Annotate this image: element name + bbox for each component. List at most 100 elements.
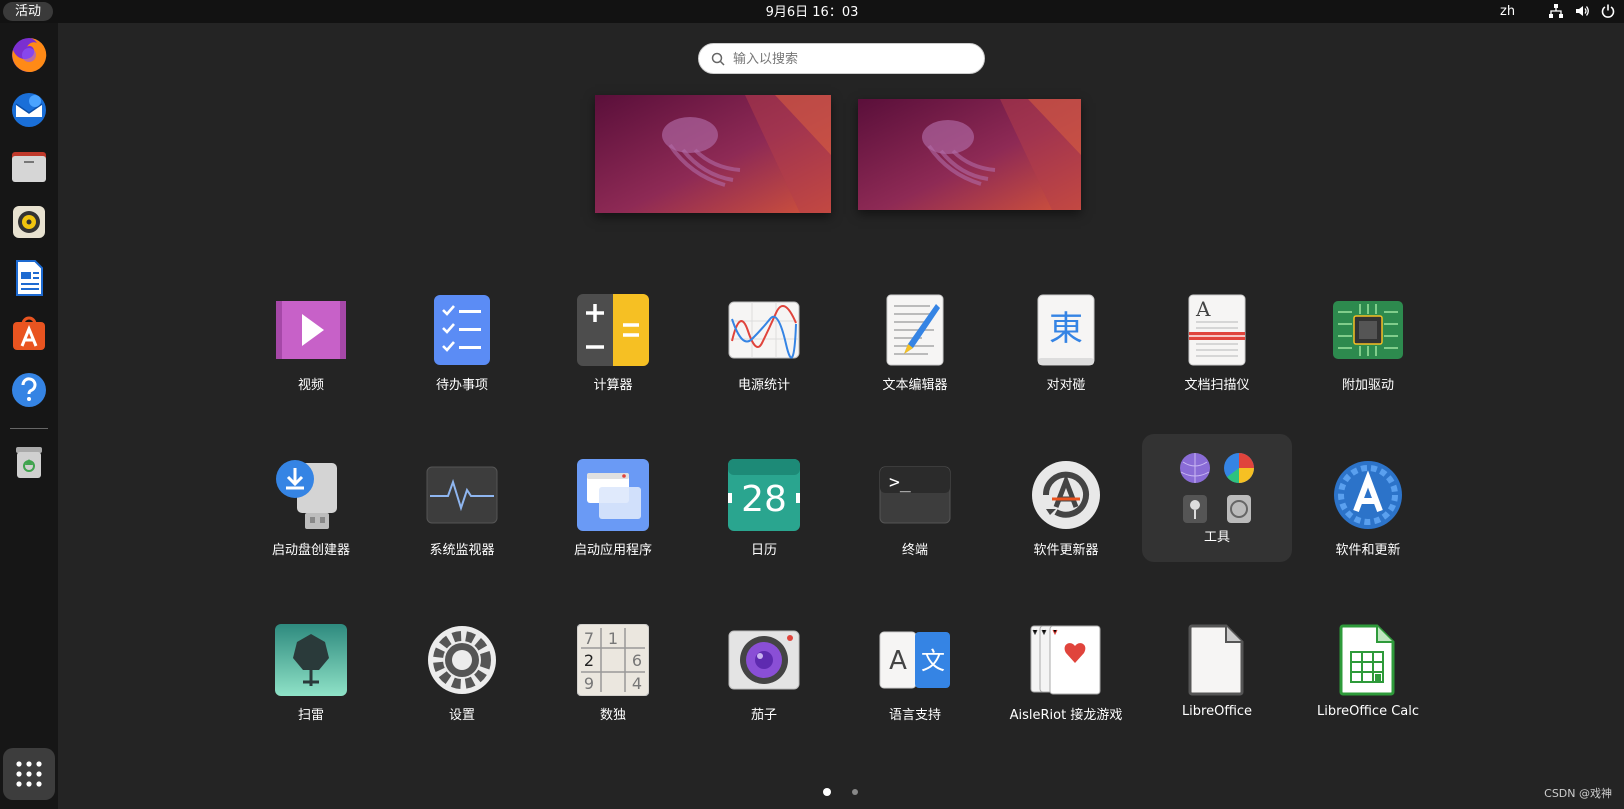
dock-firefox[interactable]	[6, 31, 52, 77]
workspace-thumbnail-2[interactable]	[858, 99, 1081, 210]
app-language-support[interactable]: A 文 语言支持	[840, 612, 990, 740]
app-text-editor[interactable]: 文本编辑器	[840, 282, 990, 410]
sudoku-cell: 1	[608, 629, 618, 648]
thunderbird-icon	[12, 93, 46, 127]
usb-creator-icon	[275, 459, 347, 531]
search-bar[interactable]	[698, 43, 985, 74]
app-folder-utilities[interactable]: 工具	[1142, 434, 1292, 562]
app-document-scanner[interactable]: A 文档扫描仪	[1142, 282, 1292, 410]
app-terminal[interactable]: >_ 终端	[840, 447, 990, 575]
app-startup-apps[interactable]: 启动应用程序	[538, 447, 688, 575]
app-todo[interactable]: 待办事项	[387, 282, 537, 410]
calculator-icon	[577, 294, 649, 366]
system-tray[interactable]	[1548, 3, 1616, 19]
app-label: 工具	[1203, 530, 1230, 545]
app-label: 设置	[448, 708, 475, 723]
app-label: 扫雷	[297, 708, 324, 723]
search-input[interactable]	[733, 48, 973, 70]
volume-icon[interactable]	[1574, 3, 1590, 19]
dock-thunderbird[interactable]	[6, 87, 52, 133]
system-monitor-icon	[426, 459, 498, 531]
app-cheese[interactable]: 茄子	[689, 612, 839, 740]
dock-rhythmbox[interactable]	[6, 199, 52, 245]
clock: 9月6日 16：03	[0, 0, 1624, 23]
libreoffice-calc-icon	[1332, 624, 1404, 696]
sudoku-cell: 6	[632, 651, 642, 670]
watermark: CSDN @戏神	[1544, 787, 1612, 800]
app-video[interactable]: 视频	[236, 282, 386, 410]
dock-writer[interactable]	[6, 255, 52, 301]
activities-button[interactable]: 活动	[3, 2, 54, 21]
app-label: 软件和更新	[1335, 543, 1401, 558]
sudoku-cell: 4	[632, 674, 642, 693]
sudoku-cell: 9	[584, 674, 594, 693]
language-support-icon: A 文	[879, 624, 951, 696]
mines-icon	[275, 624, 347, 696]
app-sudoku[interactable]: 7 1 2 6 9 4 数独	[538, 612, 688, 740]
utilities-folder-icon	[1169, 446, 1265, 526]
app-settings[interactable]: 设置	[387, 612, 537, 740]
dock-trash[interactable]	[6, 439, 52, 485]
app-label: 日历	[750, 543, 777, 558]
help-icon	[12, 373, 46, 407]
dock-app-center[interactable]	[6, 311, 52, 357]
mahjongg-icon: 東	[1030, 294, 1102, 366]
app-label: 启动应用程序	[573, 543, 652, 558]
app-label: 茄子	[750, 708, 777, 723]
app-label: 语言支持	[888, 708, 941, 723]
app-libreoffice[interactable]: LibreOffice	[1142, 612, 1292, 740]
workspace-thumbnail-1[interactable]	[595, 95, 831, 213]
dock-files[interactable]	[6, 143, 52, 189]
app-label: 数独	[599, 708, 626, 723]
app-libreoffice-calc[interactable]: LibreOffice Calc	[1293, 612, 1443, 740]
document-scanner-icon: A	[1181, 294, 1253, 366]
show-apps-button[interactable]	[3, 748, 55, 800]
libreoffice-icon	[1181, 624, 1253, 696]
page-indicator-2[interactable]	[852, 789, 858, 795]
app-label: 计算器	[593, 378, 633, 393]
text-editor-icon	[879, 294, 951, 366]
app-software-properties[interactable]: 软件和更新	[1293, 447, 1443, 575]
network-icon[interactable]	[1548, 3, 1564, 19]
app-calendar[interactable]: 28 日历	[689, 447, 839, 575]
trash-icon	[16, 447, 42, 478]
power-statistics-icon	[728, 294, 800, 366]
app-software-updater[interactable]: 软件更新器	[991, 447, 1141, 575]
app-label: 文档扫描仪	[1184, 378, 1250, 393]
app-power-statistics[interactable]: 电源统计	[689, 282, 839, 410]
page-indicator-1[interactable]	[823, 788, 831, 796]
app-label: 终端	[901, 543, 928, 558]
app-label: 视频	[297, 378, 324, 393]
calendar-icon: 28	[728, 459, 800, 531]
app-mahjongg[interactable]: 東 对对碰	[991, 282, 1141, 410]
startup-apps-icon	[577, 459, 649, 531]
power-icon[interactable]	[1600, 3, 1616, 19]
app-label: AisleRiot 接龙游戏	[1009, 708, 1123, 723]
files-icon	[12, 152, 46, 182]
app-additional-drivers[interactable]: 附加驱动	[1293, 282, 1443, 410]
calendar-day: 28	[741, 479, 787, 520]
dock-help[interactable]	[6, 367, 52, 413]
video-icon	[275, 294, 347, 366]
clock-label[interactable]: 9月6日 16：03	[766, 5, 859, 20]
app-mines[interactable]: 扫雷	[236, 612, 386, 740]
input-method-indicator[interactable]: zh	[1500, 0, 1515, 23]
app-label: LibreOffice Calc	[1316, 704, 1420, 719]
software-updater-icon	[1030, 459, 1102, 531]
app-usb-creator[interactable]: 启动盘创建器	[236, 447, 386, 575]
app-label: 对对碰	[1046, 378, 1086, 393]
app-system-monitor[interactable]: 系统监视器	[387, 447, 537, 575]
app-calculator[interactable]: 计算器	[538, 282, 688, 410]
todo-icon	[426, 294, 498, 366]
app-aisleriot[interactable]: AisleRiot 接龙游戏	[991, 612, 1141, 740]
aisleriot-icon	[1030, 624, 1102, 696]
app-label: 附加驱动	[1341, 378, 1394, 393]
search-icon	[711, 52, 725, 66]
libreoffice-writer-icon	[16, 260, 43, 296]
sudoku-cell: 7	[584, 629, 594, 648]
app-label: 软件更新器	[1033, 543, 1099, 558]
app-label: 系统监视器	[429, 543, 495, 558]
app-label: 文本编辑器	[882, 378, 948, 393]
additional-drivers-icon	[1332, 294, 1404, 366]
dock-separator	[10, 428, 48, 429]
